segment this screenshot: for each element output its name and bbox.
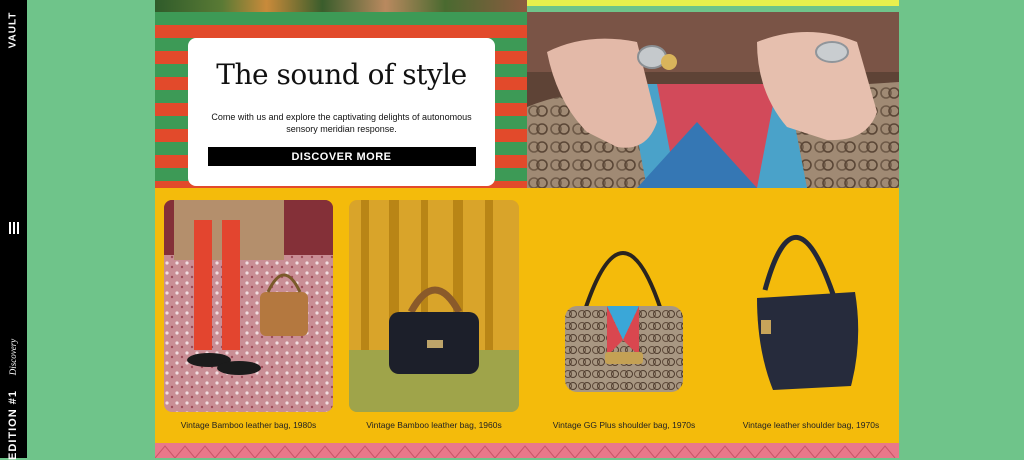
product-photo-1[interactable] <box>164 200 333 412</box>
promo-title: The sound of style <box>216 58 467 91</box>
pink-pattern-band <box>155 443 899 458</box>
left-sidebar: VAULT Discovery EDITION #1 <box>0 0 27 460</box>
menu-icon[interactable] <box>8 222 19 234</box>
zigzag-pattern <box>155 445 896 458</box>
brand-logo[interactable]: VAULT <box>8 12 19 49</box>
model-bag-illustration <box>164 200 333 412</box>
right-margin <box>899 0 1024 458</box>
promo-card: The sound of style Come with us and expl… <box>188 38 495 186</box>
product-photo-3[interactable] <box>535 200 713 412</box>
product-caption-2[interactable]: Vintage Bamboo leather bag, 1960s <box>349 420 519 430</box>
promo-description: Come with us and explore the captivating… <box>211 112 472 134</box>
product-caption-3[interactable]: Vintage GG Plus shoulder bag, 1970s <box>535 420 713 430</box>
product-caption-4[interactable]: Vintage leather shoulder bag, 1970s <box>727 420 895 430</box>
top-photo-strip <box>155 0 527 12</box>
hands-photo-illustration <box>527 12 899 188</box>
products-section: Vintage Bamboo leather bag, 1980s Vintag… <box>155 188 899 443</box>
navy-bag-illustration <box>757 235 859 390</box>
main-content: The sound of style Come with us and expl… <box>155 0 899 458</box>
discover-more-button[interactable]: DISCOVER MORE <box>207 147 476 166</box>
striped-background: The sound of style Come with us and expl… <box>155 12 527 188</box>
hands-rings-photo <box>527 12 899 188</box>
edition-label: EDITION #1 <box>7 390 19 460</box>
gg-plus-bag-illustration <box>565 251 683 392</box>
product-caption-1[interactable]: Vintage Bamboo leather bag, 1980s <box>164 420 333 430</box>
product-photo-2[interactable] <box>349 200 519 412</box>
discovery-label: Discovery <box>8 338 18 376</box>
black-bag-illustration <box>349 200 519 412</box>
product-photo-4[interactable] <box>727 200 895 412</box>
